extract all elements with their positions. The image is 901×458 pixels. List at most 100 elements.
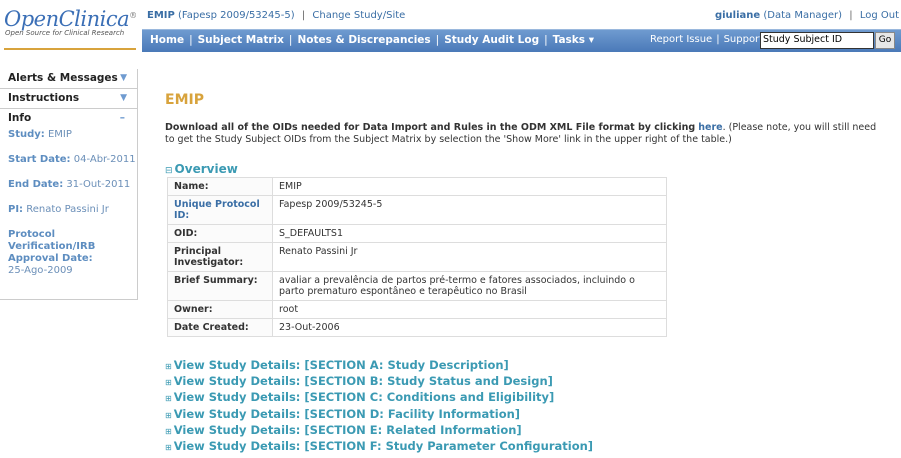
overview-key: Name: [167, 177, 273, 196]
separator: | [189, 34, 193, 46]
logo-reg: ® [129, 11, 137, 20]
expand-box-icon: ⊞ [165, 394, 172, 404]
nav-subject-matrix[interactable]: Subject Matrix [198, 34, 284, 46]
info-end-date: End Date: 31-Out-2011 [0, 179, 137, 190]
separator: | [544, 34, 548, 46]
collapse-box-icon: ⊟ [165, 166, 173, 176]
collapse-icon[interactable]: – [120, 109, 125, 127]
table-row: Owner: root [167, 300, 667, 319]
support-link[interactable]: Support [724, 34, 764, 45]
overview-key: OID: [167, 224, 273, 243]
section-link-label: View Study Details: [SECTION C: Conditio… [173, 390, 555, 405]
info-pi-label: PI: [8, 204, 24, 215]
overview-table: Name: EMIP Unique Protocol ID: Fapesp 20… [167, 177, 667, 337]
sidebar-tab-label: Instructions [8, 92, 80, 104]
logout-link[interactable]: Log Out [860, 10, 899, 21]
overview-key: Owner: [167, 300, 273, 319]
info-study: Study: EMIP [0, 129, 137, 140]
nav-utility-links: Report Issue | Support [650, 34, 763, 45]
go-button[interactable]: Go [875, 32, 895, 49]
overview-value: root [272, 300, 667, 319]
info-irb: Protocol Verification/IRB Approval Date:… [0, 229, 137, 277]
info-end-value: 31-Out-2011 [66, 179, 131, 190]
sidebar-tab-instructions[interactable]: Instructions ▼ [0, 89, 138, 109]
info-end-label: End Date: [8, 179, 64, 190]
overview-toggle[interactable]: ⊟ Overview [165, 162, 238, 176]
logo-title: OpenClinica [4, 7, 130, 31]
info-start-label: Start Date: [8, 154, 71, 165]
current-study-name: EMIP [147, 10, 175, 21]
download-here-link[interactable]: here [698, 122, 722, 133]
username-link[interactable]: giuliane [715, 10, 760, 21]
overview-value: Fapesp 2009/53245-5 [272, 195, 667, 225]
sidebar-info-panel: Info – Study: EMIP Start Date: 04-Abr-20… [0, 109, 138, 300]
overview-key: Brief Summary: [167, 271, 273, 301]
info-irb-label: Protocol Verification/IRB Approval Date: [8, 229, 96, 264]
overview-value: Renato Passini Jr [272, 242, 667, 272]
expand-box-icon: ⊞ [165, 410, 172, 420]
download-text: Download all of the OIDs needed for Data… [165, 122, 696, 133]
info-study-value: EMIP [47, 129, 72, 140]
logo-subtitle: Open Source for Clinical Research [5, 29, 125, 37]
nav-tasks-menu[interactable]: Tasks ▾ [553, 34, 594, 46]
separator: | [288, 34, 293, 46]
section-c-link[interactable]: ⊞ View Study Details: [SECTION C: Conditi… [165, 390, 593, 406]
section-f-link[interactable]: ⊞ View Study Details: [SECTION F: Study P… [165, 439, 593, 455]
user-info: giuliane (Data Manager) | Log Out [715, 10, 899, 21]
overview-value: avaliar a prevalência de partos pré-term… [272, 271, 667, 301]
info-irb-value: 25-Ago-2009 [8, 265, 73, 276]
expand-arrow-icon[interactable]: ▼ [120, 69, 127, 88]
overview-key: Unique Protocol ID: [167, 195, 273, 225]
overview-title: Overview [174, 162, 238, 176]
section-b-link[interactable]: ⊞ View Study Details: [SECTION B: Study S… [165, 374, 593, 390]
expand-box-icon: ⊞ [165, 362, 172, 371]
separator: | [716, 34, 720, 45]
table-row: Date Created: 23-Out-2006 [167, 318, 667, 337]
info-study-label: Study: [8, 129, 45, 140]
info-pi: PI: Renato Passini Jr [0, 204, 137, 215]
sidebar-tab-label: Alerts & Messages [8, 72, 118, 84]
nav-home[interactable]: Home [150, 34, 184, 46]
nav-study-audit-log[interactable]: Study Audit Log [444, 34, 539, 46]
download-oids-note: Download all of the OIDs needed for Data… [165, 122, 885, 146]
main-content: EMIP Download all of the OIDs needed for… [165, 92, 885, 453]
separator: | [301, 10, 306, 21]
table-row: Principal Investigator: Renato Passini J… [167, 242, 667, 272]
user-role: (Data Manager) [763, 10, 843, 21]
sidebar-tab-alerts-messages[interactable]: Alerts & Messages ▼ [0, 69, 138, 89]
expand-box-icon: ⊞ [165, 426, 172, 436]
main-nav-bar: Home | Subject Matrix | Notes & Discrepancie… [142, 29, 901, 52]
section-link-label: View Study Details: [SECTION B: Study St… [173, 374, 553, 389]
section-e-link[interactable]: ⊞ View Study Details: [SECTION E: Related… [165, 423, 593, 439]
current-study-detail: (Fapesp 2009/53245-5) [178, 10, 295, 21]
section-link-label: View Study Details: [SECTION F: Study Pa… [173, 439, 594, 454]
report-issue-link[interactable]: Report Issue [650, 34, 712, 45]
section-a-link[interactable]: ⊞ View Study Details: [SECTION A: Study D… [165, 358, 593, 374]
openclinica-logo[interactable]: OpenClinica® Open Source for Clinical Re… [4, 4, 137, 54]
table-row: Name: EMIP [167, 177, 667, 196]
expand-arrow-icon[interactable]: ▼ [120, 89, 127, 108]
section-link-label: View Study Details: [SECTION E: Related … [173, 422, 522, 437]
separator: | [435, 34, 440, 46]
nav-notes-discrepancies[interactable]: Notes & Discrepancies [297, 34, 430, 46]
info-panel-title: Info [8, 112, 32, 124]
overview-key: Principal Investigator: [167, 242, 273, 272]
change-study-link[interactable]: Change Study/Site [312, 10, 405, 21]
overview-key: Date Created: [167, 318, 273, 337]
info-pi-value: Renato Passini Jr [26, 204, 109, 215]
expand-box-icon: ⊞ [165, 378, 172, 388]
section-d-link[interactable]: ⊞ View Study Details: [SECTION D: Facilit… [165, 407, 593, 423]
overview-value: EMIP [272, 177, 667, 196]
table-row: Brief Summary: avaliar a prevalência de … [167, 271, 667, 301]
info-start-date: Start Date: 04-Abr-2011 [0, 154, 137, 165]
sidebar: Alerts & Messages ▼ Instructions ▼ Info … [0, 69, 138, 458]
logo-underline [4, 48, 136, 50]
overview-value: S_DEFAULTS1 [272, 224, 667, 243]
section-link-label: View Study Details: [SECTION A: Study De… [173, 358, 509, 372]
nav-menu: Home | Subject Matrix | Notes & Discrepancie… [150, 34, 594, 46]
study-subject-search-input[interactable]: Study Subject ID [760, 32, 874, 49]
study-details-sections: ⊞ View Study Details: [SECTION A: Study D… [165, 358, 593, 455]
page-title: EMIP [165, 92, 204, 108]
section-link-label: View Study Details: [SECTION D: Facility… [173, 406, 521, 421]
info-start-value: 04-Abr-2011 [73, 154, 136, 165]
